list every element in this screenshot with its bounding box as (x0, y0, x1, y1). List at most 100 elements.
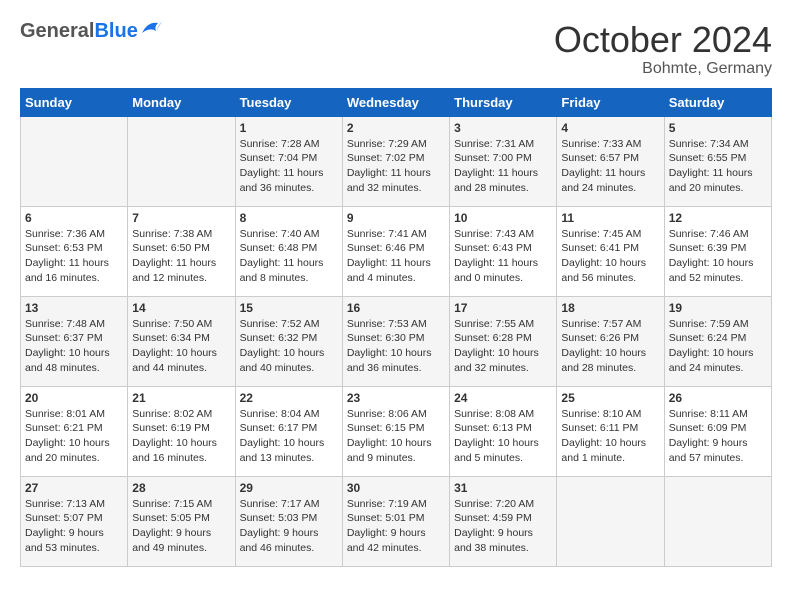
day-number: 8 (240, 211, 338, 225)
calendar-cell: 30 Sunrise: 7:19 AM Sunset: 5:01 PM Dayli… (342, 476, 449, 566)
weekday-header-saturday: Saturday (664, 88, 771, 116)
weekday-header-wednesday: Wednesday (342, 88, 449, 116)
day-number: 10 (454, 211, 552, 225)
weekday-header-tuesday: Tuesday (235, 88, 342, 116)
cell-content: Sunrise: 7:17 AM Sunset: 5:03 PM Dayligh… (240, 497, 338, 556)
calendar-cell: 27Sunrise: 7:13 AM Sunset: 5:07 PM Dayli… (21, 476, 128, 566)
calendar-cell: 16 Sunrise: 7:53 AM Sunset: 6:30 PM Dayli… (342, 296, 449, 386)
cell-content: Sunrise: 8:01 AM Sunset: 6:21 PM Dayligh… (25, 407, 123, 466)
calendar-cell: 26Sunrise: 8:11 AM Sunset: 6:09 PM Dayli… (664, 386, 771, 476)
cell-content: Sunrise: 7:28 AM Sunset: 7:04 PM Dayligh… (240, 137, 338, 196)
cell-content: Sunrise: 7:57 AM Sunset: 6:26 PM Dayligh… (561, 317, 659, 376)
cell-content: Sunrise: 8:06 AM Sunset: 6:15 PM Dayligh… (347, 407, 445, 466)
cell-content: Sunrise: 8:10 AM Sunset: 6:11 PM Dayligh… (561, 407, 659, 466)
calendar-cell: 18Sunrise: 7:57 AM Sunset: 6:26 PM Dayli… (557, 296, 664, 386)
cell-content: Sunrise: 8:02 AM Sunset: 6:19 PM Dayligh… (132, 407, 230, 466)
day-number: 13 (25, 301, 123, 315)
cell-content: Sunrise: 7:33 AM Sunset: 6:57 PM Dayligh… (561, 137, 659, 196)
calendar-cell: 11 Sunrise: 7:45 AM Sunset: 6:41 PM Dayli… (557, 206, 664, 296)
cell-content: Sunrise: 7:59 AM Sunset: 6:24 PM Dayligh… (669, 317, 767, 376)
calendar-cell: 22Sunrise: 8:04 AM Sunset: 6:17 PM Dayli… (235, 386, 342, 476)
day-number: 28 (132, 481, 230, 495)
day-number: 25 (561, 391, 659, 405)
calendar-cell (557, 476, 664, 566)
calendar-week-row: 13 Sunrise: 7:48 AM Sunset: 6:37 PM Dayli… (21, 296, 772, 386)
cell-content: Sunrise: 7:34 AM Sunset: 6:55 PM Dayligh… (669, 137, 767, 196)
day-number: 19 (669, 301, 767, 315)
calendar-cell: 10 Sunrise: 7:43 AM Sunset: 6:43 PM Dayli… (450, 206, 557, 296)
logo-bird-icon (140, 19, 162, 39)
calendar-cell: 17 Sunrise: 7:55 AM Sunset: 6:28 PM Dayli… (450, 296, 557, 386)
day-number: 16 (347, 301, 445, 315)
cell-content: Sunrise: 7:43 AM Sunset: 6:43 PM Dayligh… (454, 227, 552, 286)
weekday-header-thursday: Thursday (450, 88, 557, 116)
calendar-cell: 13 Sunrise: 7:48 AM Sunset: 6:37 PM Dayli… (21, 296, 128, 386)
cell-content: Sunrise: 7:46 AM Sunset: 6:39 PM Dayligh… (669, 227, 767, 286)
weekday-header-friday: Friday (557, 88, 664, 116)
calendar-cell: 28 Sunrise: 7:15 AM Sunset: 5:05 PM Dayli… (128, 476, 235, 566)
calendar-cell: 29 Sunrise: 7:17 AM Sunset: 5:03 PM Dayli… (235, 476, 342, 566)
cell-content: Sunrise: 8:11 AM Sunset: 6:09 PM Dayligh… (669, 407, 767, 466)
calendar-week-row: 1 Sunrise: 7:28 AM Sunset: 7:04 PM Daylig… (21, 116, 772, 206)
calendar-week-row: 20 Sunrise: 8:01 AM Sunset: 6:21 PM Dayli… (21, 386, 772, 476)
cell-content: Sunrise: 7:36 AM Sunset: 6:53 PM Dayligh… (25, 227, 123, 286)
day-number: 7 (132, 211, 230, 225)
calendar-cell: 15 Sunrise: 7:52 AM Sunset: 6:32 PM Dayli… (235, 296, 342, 386)
cell-content: Sunrise: 7:52 AM Sunset: 6:32 PM Dayligh… (240, 317, 338, 376)
cell-content: Sunrise: 7:48 AM Sunset: 6:37 PM Dayligh… (25, 317, 123, 376)
day-number: 3 (454, 121, 552, 135)
calendar-week-row: 27Sunrise: 7:13 AM Sunset: 5:07 PM Dayli… (21, 476, 772, 566)
day-number: 17 (454, 301, 552, 315)
day-number: 6 (25, 211, 123, 225)
cell-content: Sunrise: 7:29 AM Sunset: 7:02 PM Dayligh… (347, 137, 445, 196)
calendar-cell: 3 Sunrise: 7:31 AM Sunset: 7:00 PM Daylig… (450, 116, 557, 206)
calendar-cell (21, 116, 128, 206)
cell-content: Sunrise: 7:45 AM Sunset: 6:41 PM Dayligh… (561, 227, 659, 286)
cell-content: Sunrise: 8:08 AM Sunset: 6:13 PM Dayligh… (454, 407, 552, 466)
cell-content: Sunrise: 7:15 AM Sunset: 5:05 PM Dayligh… (132, 497, 230, 556)
cell-content: Sunrise: 7:55 AM Sunset: 6:28 PM Dayligh… (454, 317, 552, 376)
calendar-cell: 31Sunrise: 7:20 AM Sunset: 4:59 PM Dayli… (450, 476, 557, 566)
weekday-header-monday: Monday (128, 88, 235, 116)
page-header: General Blue October 2024 Bohmte, German… (20, 20, 772, 78)
calendar-week-row: 6 Sunrise: 7:36 AM Sunset: 6:53 PM Daylig… (21, 206, 772, 296)
month-title: October 2024 (554, 20, 772, 60)
cell-content: Sunrise: 7:20 AM Sunset: 4:59 PM Dayligh… (454, 497, 552, 556)
weekday-header-sunday: Sunday (21, 88, 128, 116)
day-number: 11 (561, 211, 659, 225)
weekday-header-row: SundayMondayTuesdayWednesdayThursdayFrid… (21, 88, 772, 116)
title-block: October 2024 Bohmte, Germany (554, 20, 772, 78)
day-number: 30 (347, 481, 445, 495)
day-number: 15 (240, 301, 338, 315)
calendar-cell: 8 Sunrise: 7:40 AM Sunset: 6:48 PM Daylig… (235, 206, 342, 296)
cell-content: Sunrise: 7:53 AM Sunset: 6:30 PM Dayligh… (347, 317, 445, 376)
cell-content: Sunrise: 7:50 AM Sunset: 6:34 PM Dayligh… (132, 317, 230, 376)
cell-content: Sunrise: 7:19 AM Sunset: 5:01 PM Dayligh… (347, 497, 445, 556)
day-number: 29 (240, 481, 338, 495)
calendar-cell: 19 Sunrise: 7:59 AM Sunset: 6:24 PM Dayli… (664, 296, 771, 386)
calendar-cell: 23 Sunrise: 8:06 AM Sunset: 6:15 PM Dayli… (342, 386, 449, 476)
day-number: 1 (240, 121, 338, 135)
day-number: 12 (669, 211, 767, 225)
calendar-cell: 7Sunrise: 7:38 AM Sunset: 6:50 PM Daylig… (128, 206, 235, 296)
day-number: 23 (347, 391, 445, 405)
logo: General Blue (20, 20, 162, 43)
cell-content: Sunrise: 7:13 AM Sunset: 5:07 PM Dayligh… (25, 497, 123, 556)
cell-content: Sunrise: 7:41 AM Sunset: 6:46 PM Dayligh… (347, 227, 445, 286)
day-number: 20 (25, 391, 123, 405)
calendar-cell: 9Sunrise: 7:41 AM Sunset: 6:46 PM Daylig… (342, 206, 449, 296)
calendar-cell: 5Sunrise: 7:34 AM Sunset: 6:55 PM Daylig… (664, 116, 771, 206)
calendar-cell (664, 476, 771, 566)
logo-general: General (20, 20, 94, 43)
calendar-table: SundayMondayTuesdayWednesdayThursdayFrid… (20, 88, 772, 567)
day-number: 4 (561, 121, 659, 135)
calendar-cell: 20 Sunrise: 8:01 AM Sunset: 6:21 PM Dayli… (21, 386, 128, 476)
cell-content: Sunrise: 7:31 AM Sunset: 7:00 PM Dayligh… (454, 137, 552, 196)
day-number: 2 (347, 121, 445, 135)
calendar-cell: 21 Sunrise: 8:02 AM Sunset: 6:19 PM Dayli… (128, 386, 235, 476)
day-number: 21 (132, 391, 230, 405)
cell-content: Sunrise: 7:40 AM Sunset: 6:48 PM Dayligh… (240, 227, 338, 286)
cell-content: Sunrise: 8:04 AM Sunset: 6:17 PM Dayligh… (240, 407, 338, 466)
calendar-cell: 2 Sunrise: 7:29 AM Sunset: 7:02 PM Daylig… (342, 116, 449, 206)
calendar-cell (128, 116, 235, 206)
